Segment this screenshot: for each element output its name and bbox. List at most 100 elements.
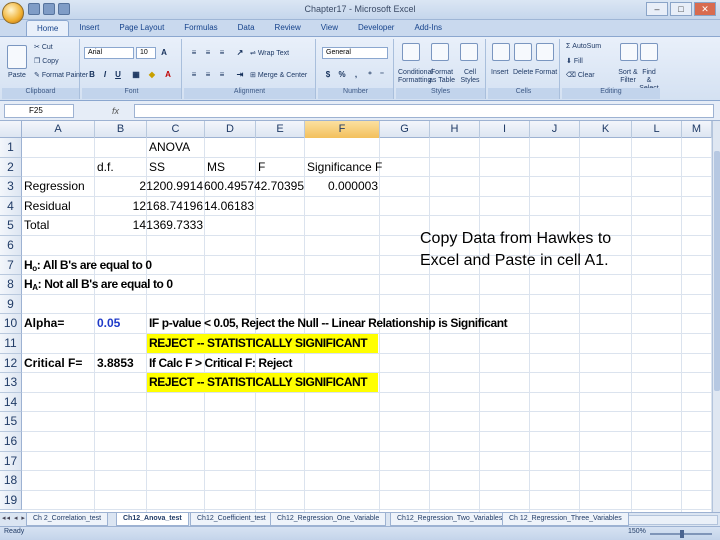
cell-a10[interactable]: Alpha= [24, 314, 64, 333]
column-header-d[interactable]: D [205, 121, 256, 138]
column-header-e[interactable]: E [256, 121, 305, 138]
column-header-j[interactable]: J [530, 121, 580, 138]
minimize-button[interactable]: – [646, 2, 668, 16]
cell-a7[interactable]: Ho: All B's are equal to 0 [24, 256, 152, 275]
column-header-i[interactable]: I [480, 121, 530, 138]
column-header-m[interactable]: M [682, 121, 712, 138]
autosum-button[interactable]: Σ AutoSum [566, 43, 601, 50]
orientation-icon[interactable]: ↗ [234, 47, 246, 59]
worksheet-grid[interactable]: ABCDEFGHIJKLM 1 2 3 4 5 6 7 8 9 10 11 12 13 14 15 16 17 1… [0, 121, 712, 512]
tab-data[interactable]: Data [228, 20, 265, 36]
column-header-b[interactable]: B [95, 121, 147, 138]
currency-button[interactable]: $ [322, 69, 334, 81]
wrap-text-button[interactable]: ⇌ Wrap Text [250, 49, 289, 57]
align-right-icon[interactable]: ≡ [216, 69, 228, 81]
row-header-2[interactable]: 2 [0, 157, 22, 178]
column-header-l[interactable]: L [632, 121, 682, 138]
align-left-icon[interactable]: ≡ [188, 69, 200, 81]
cell-b2[interactable]: d.f. [97, 158, 114, 177]
name-box[interactable]: F25 [4, 104, 74, 118]
cell-d2[interactable]: MS [207, 158, 225, 177]
format-button[interactable]: Format [535, 69, 557, 76]
paste-button[interactable]: Paste [8, 72, 26, 79]
tab-page-layout[interactable]: Page Layout [109, 20, 174, 36]
insert-button[interactable]: Insert [491, 69, 509, 76]
fill-button[interactable]: ⬇ Fill [566, 57, 583, 65]
row-header-18[interactable]: 18 [0, 471, 22, 491]
cell-a5[interactable]: Total [24, 216, 49, 235]
delete-button[interactable]: Delete [513, 69, 533, 76]
cell-a4[interactable]: Residual [24, 197, 71, 216]
cell-a8[interactable]: HA: Not all B's are equal to 0 [24, 275, 173, 294]
cell-c10[interactable]: IF p-value < 0.05, Reject the Null -- Li… [149, 314, 508, 333]
row-header-7[interactable]: 7 [0, 255, 22, 276]
align-middle-icon[interactable]: ≡ [202, 47, 214, 59]
column-header-f[interactable]: F [305, 121, 380, 138]
column-header-c[interactable]: C [147, 121, 205, 138]
format-as-table-button[interactable]: Format as Table [429, 69, 455, 85]
sheet-tab-5[interactable]: Ch12_Regression_Two_Variables [390, 513, 510, 526]
conditional-formatting-icon[interactable] [402, 43, 420, 61]
cell-a12[interactable]: Critical F= [24, 354, 82, 373]
sheet-tab-3[interactable]: Ch12_Coefficient_test [190, 513, 273, 526]
format-painter-button[interactable]: ✎ Format Painter [34, 71, 88, 79]
italic-button[interactable]: I [99, 69, 111, 81]
row-header-3[interactable]: 3 [0, 177, 22, 197]
row-header-11[interactable]: 11 [0, 334, 22, 354]
insert-function-icon[interactable]: fx [112, 104, 132, 118]
zoom-level[interactable]: 150% [628, 528, 646, 535]
tab-developer[interactable]: Developer [348, 20, 404, 36]
column-header-a[interactable]: A [22, 121, 95, 138]
cell-b10[interactable]: 0.05 [97, 314, 120, 333]
row-header-8[interactable]: 8 [0, 275, 22, 295]
font-name-select[interactable]: Arial [84, 47, 134, 59]
close-button[interactable]: ✕ [694, 2, 716, 16]
tab-review[interactable]: Review [265, 20, 311, 36]
tab-view[interactable]: View [311, 20, 348, 36]
align-center-icon[interactable]: ≡ [202, 69, 214, 81]
align-bottom-icon[interactable]: ≡ [216, 47, 228, 59]
indent-icon[interactable]: ⇥ [234, 69, 246, 81]
cell-c11[interactable]: REJECT -- STATISTICALLY SIGNIFICANT [149, 334, 368, 353]
row-header-16[interactable]: 16 [0, 432, 22, 452]
cell-c5[interactable]: 1369.7333 [117, 216, 203, 235]
row-header-4[interactable]: 4 [0, 196, 22, 217]
increase-decimal-icon[interactable]: ⁺ [364, 69, 376, 81]
fill-color-icon[interactable]: ◆ [146, 69, 158, 81]
cell-c1[interactable]: ANOVA [149, 138, 190, 157]
row-header-12[interactable]: 12 [0, 353, 22, 374]
row-header-6[interactable]: 6 [0, 236, 22, 256]
row-header-13[interactable]: 13 [0, 373, 22, 393]
cell-e2[interactable]: F [258, 158, 265, 177]
sort-filter-button[interactable]: Sort & Filter [618, 69, 638, 85]
cell-d4[interactable]: 14.06183 [175, 197, 254, 216]
cell-styles-icon[interactable] [460, 43, 478, 61]
vertical-scroll-thumb[interactable] [714, 151, 720, 391]
row-header-17[interactable]: 17 [0, 451, 22, 472]
comma-icon[interactable]: , [350, 69, 362, 81]
grow-font-icon[interactable]: A [158, 47, 170, 59]
clear-button[interactable]: ⌫ Clear [566, 71, 595, 79]
delete-cells-icon[interactable] [514, 43, 532, 61]
align-top-icon[interactable]: ≡ [188, 47, 200, 59]
font-size-select[interactable]: 10 [136, 47, 156, 59]
number-format-select[interactable]: General [322, 47, 388, 59]
sheet-tab-2[interactable]: Ch12_Anova_test [116, 513, 189, 526]
column-header-h[interactable]: H [430, 121, 480, 138]
font-color-icon[interactable]: A [162, 69, 174, 81]
row-header-15[interactable]: 15 [0, 412, 22, 432]
decrease-decimal-icon[interactable]: ⁻ [376, 69, 388, 81]
tab-formulas[interactable]: Formulas [174, 20, 227, 36]
row-header-10[interactable]: 10 [0, 314, 22, 334]
bold-button[interactable]: B [86, 69, 98, 81]
conditional-formatting-button[interactable]: Conditional Formatting [398, 69, 433, 85]
tab-home[interactable]: Home [26, 20, 70, 36]
sheet-tab-4[interactable]: Ch12_Regression_One_Variable [270, 513, 387, 526]
column-header-k[interactable]: K [580, 121, 632, 138]
formula-input[interactable] [134, 104, 714, 118]
row-header-19[interactable]: 19 [0, 490, 22, 511]
borders-icon[interactable]: ▦ [130, 69, 142, 81]
cell-b12[interactable]: 3.8853 [97, 354, 134, 373]
paste-icon[interactable] [7, 45, 27, 69]
office-button[interactable] [2, 2, 24, 24]
